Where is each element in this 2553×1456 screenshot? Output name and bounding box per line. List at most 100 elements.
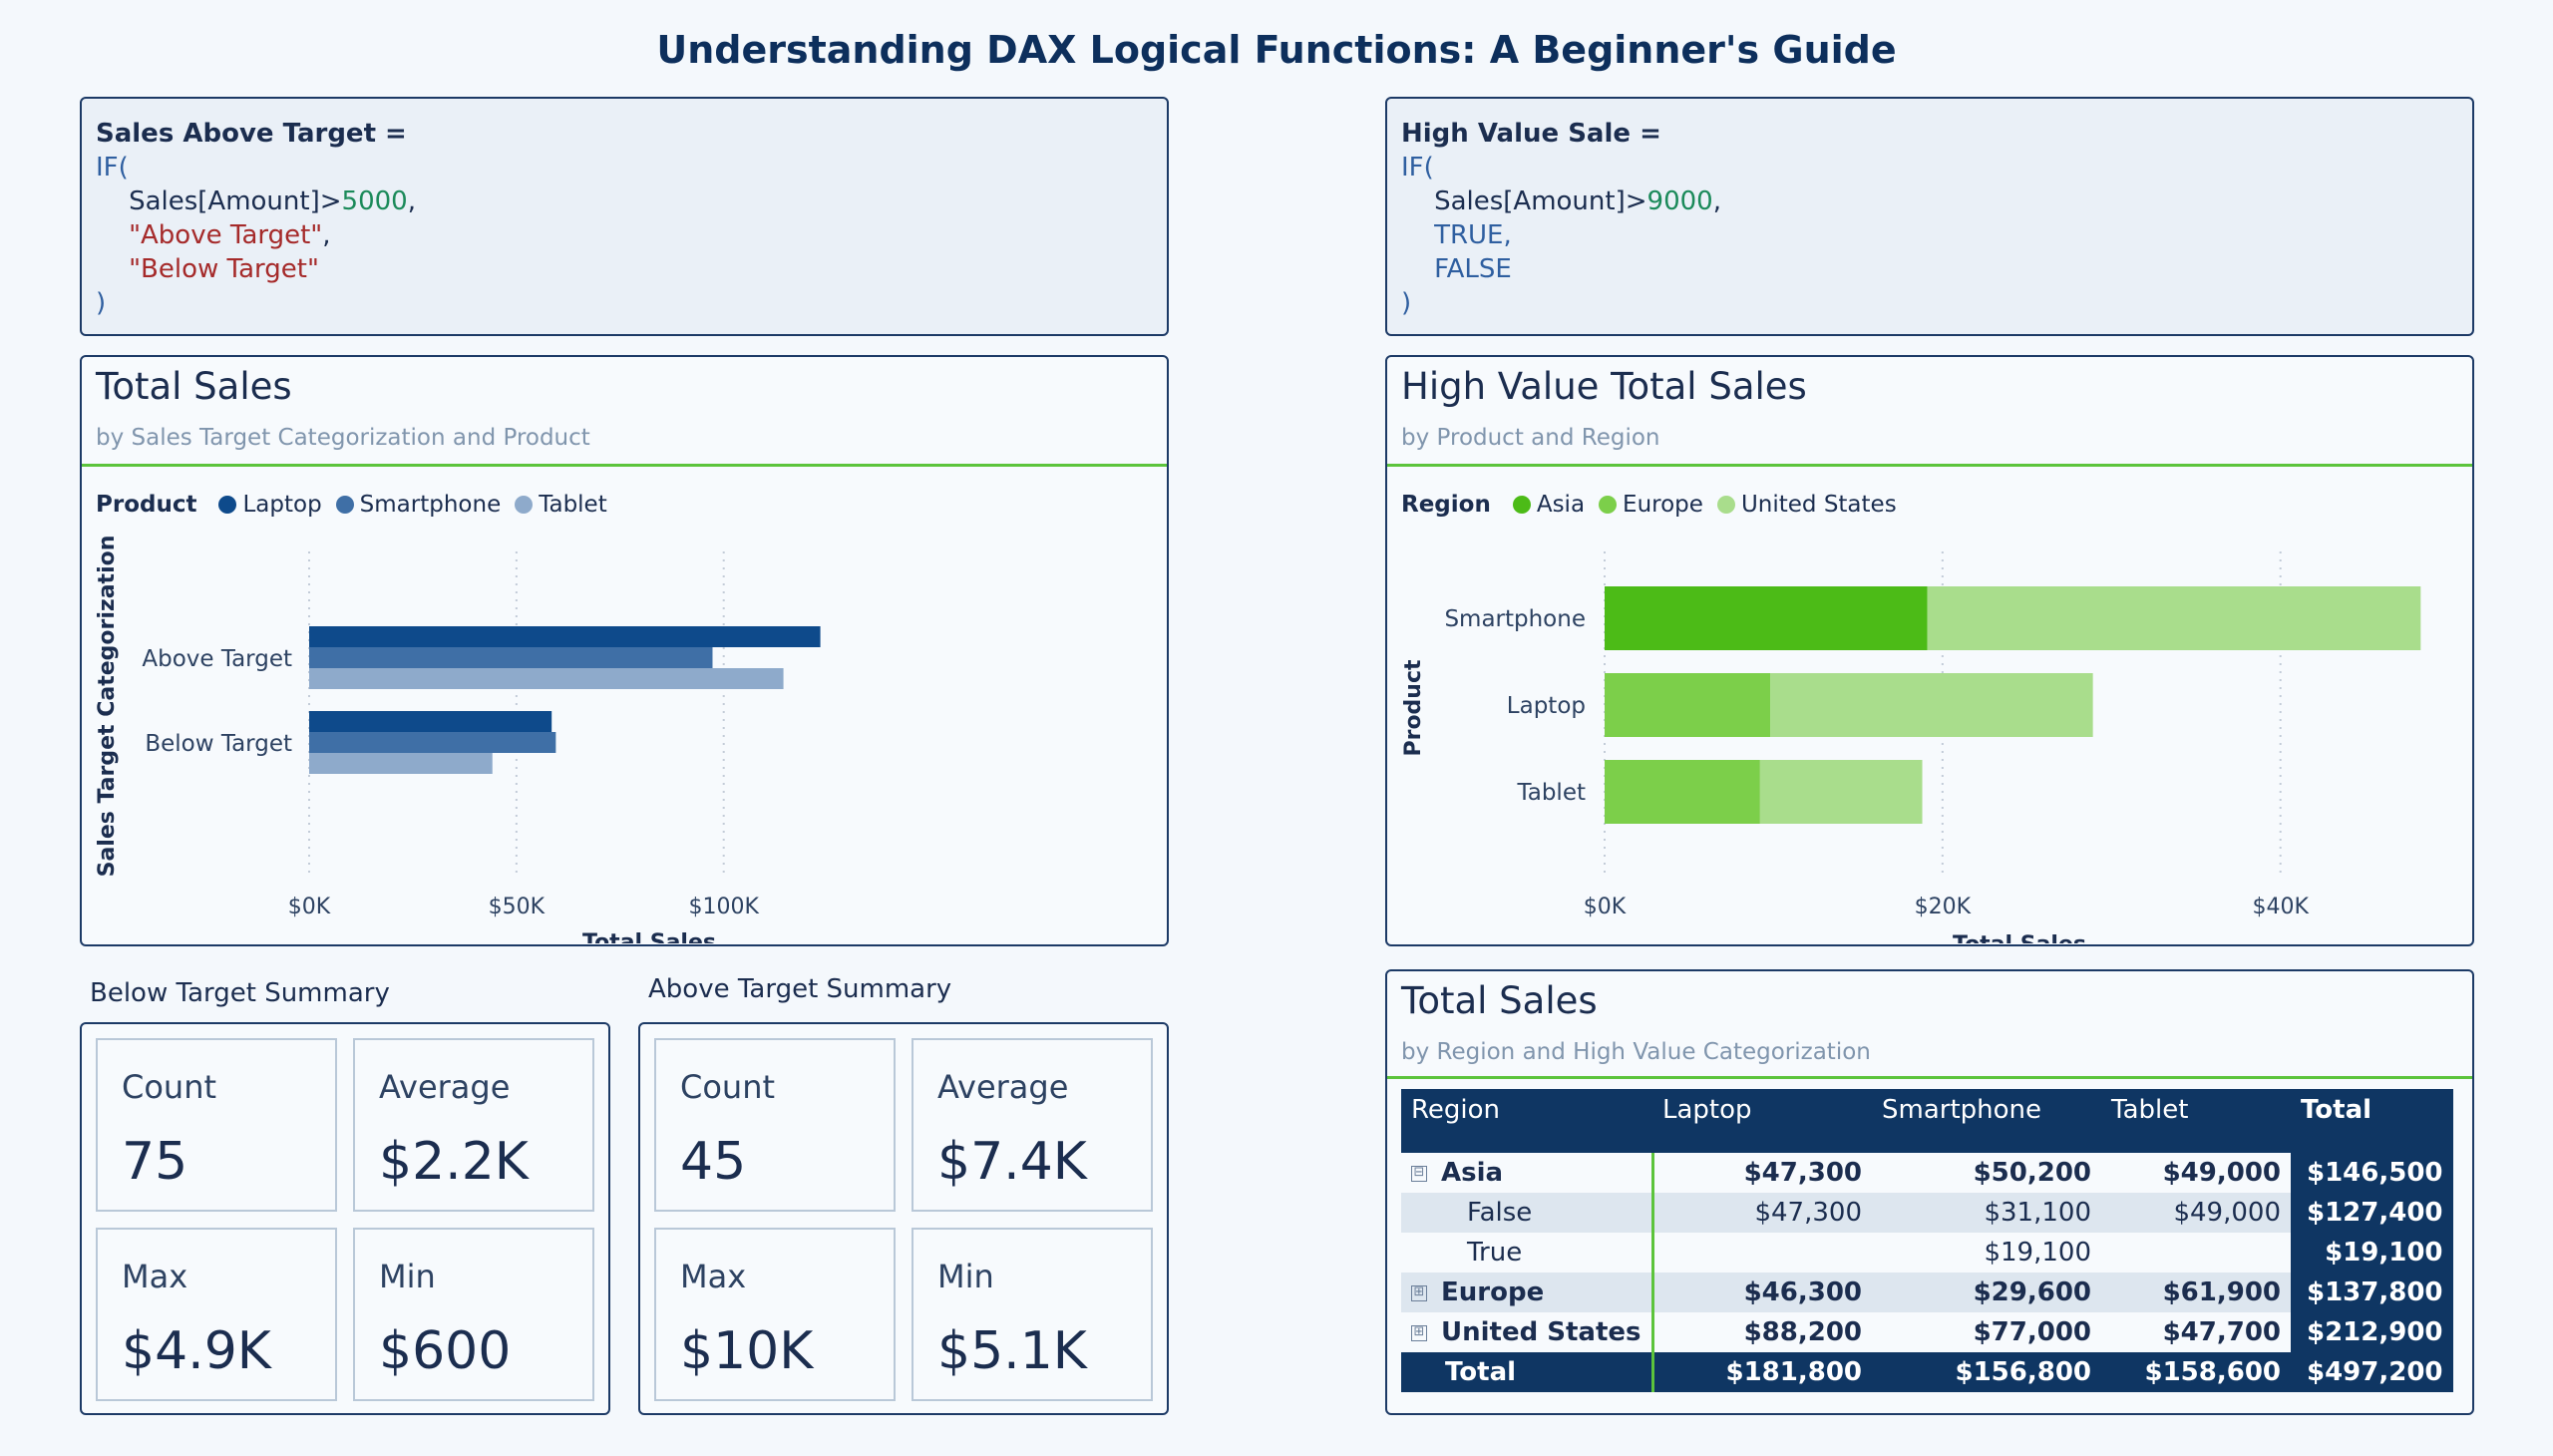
total-sales-chart-card[interactable]: Total Sales by Sales Target Categorizati… [80, 355, 1169, 946]
code-comma: , [1712, 186, 1721, 216]
dax-code-block: High Value Sale = IF( Sales[Amount]>9000… [1401, 117, 1721, 320]
y-axis-title: Product [1401, 659, 1426, 757]
kpi-label: Count [122, 1068, 217, 1106]
kpi-label: Average [937, 1068, 1069, 1106]
code-false-value: "Below Target" [129, 254, 319, 284]
expand-icon[interactable]: ⊞ [1411, 1284, 1427, 1301]
kpi-tile-average[interactable]: Average $2.2K [353, 1038, 594, 1212]
y-axis-title: Sales Target Categorization [95, 536, 120, 878]
kpi-tile-max[interactable]: Max $10K [654, 1228, 896, 1401]
total-sales-matrix-card[interactable]: Total Sales by Region and High Value Cat… [1385, 969, 2474, 1415]
cell-value: $46,300 [1652, 1273, 1872, 1312]
code-field: Sales[Amount] [1434, 186, 1626, 216]
x-tick-label: $0K [1584, 895, 1627, 919]
row-header: ⊞ Europe [1401, 1273, 1654, 1312]
below-target-summary-title: Below Target Summary [90, 978, 390, 1008]
table-row-false: False $47,300 $31,100 $49,000 $127,400 [1401, 1193, 2453, 1233]
cell-value: $47,300 [1652, 1193, 1872, 1233]
row-label: False [1401, 1193, 1654, 1233]
table-row-total: Total $181,800 $156,800 $158,600 $497,20… [1401, 1352, 2453, 1392]
kpi-value: $10K [680, 1321, 814, 1381]
kpi-tile-min[interactable]: Min $5.1K [912, 1228, 1153, 1401]
column-header-region[interactable]: Region [1401, 1089, 1652, 1153]
cell-value: $50,200 [1973, 1158, 2091, 1188]
kpi-value: $7.4K [937, 1132, 1087, 1192]
code-header: Sales Above Target = [96, 119, 407, 149]
kpi-tile-count[interactable]: Count 45 [654, 1038, 896, 1212]
code-operator: > [1625, 186, 1647, 216]
bar-tablet-below-target [309, 753, 493, 774]
bar-united-states-tablet [1759, 760, 1923, 824]
kpi-label: Max [680, 1258, 747, 1295]
row-label: Europe [1441, 1277, 1545, 1307]
bar-united-states-laptop [1770, 673, 2093, 737]
visual-subtitle: by Region and High Value Categorization [1401, 1039, 1871, 1065]
row-label: Total [1401, 1352, 1654, 1392]
bar-smartphone-above-target [309, 647, 713, 668]
table-row-europe: ⊞ Europe $46,300 $29,600 $61,900 $137,800 [1401, 1273, 2453, 1312]
expand-icon[interactable]: ⊞ [1411, 1324, 1427, 1341]
column-header-smartphone[interactable]: Smartphone [1872, 1089, 2101, 1153]
dax-code-card-high-value-sale: High Value Sale = IF( Sales[Amount]>9000… [1385, 97, 2474, 336]
cell-value: $31,100 [1872, 1193, 2101, 1233]
cell-value: $77,000 [1973, 1317, 2091, 1347]
bar-smartphone-below-target [309, 732, 556, 753]
kpi-value: $600 [379, 1321, 512, 1381]
kpi-tile-max[interactable]: Max $4.9K [96, 1228, 337, 1401]
code-if-keyword: IF( [1401, 153, 1434, 182]
row-header: ⊞ United States [1401, 1312, 1654, 1352]
cell-value: $181,800 [1652, 1352, 1872, 1392]
y-category-label: Below Target [145, 731, 292, 757]
cell-total: $127,400 [2291, 1193, 2453, 1233]
row-label: Asia [1441, 1158, 1504, 1188]
kpi-label: Min [379, 1258, 436, 1295]
cell-total: $146,500 [2291, 1153, 2453, 1193]
table-row-united-states: ⊞ United States $88,200 $77,000 $47,700 $… [1401, 1312, 2453, 1352]
kpi-tile-count[interactable]: Count 75 [96, 1038, 337, 1212]
y-category-label: Tablet [1517, 780, 1587, 806]
kpi-label: Average [379, 1068, 511, 1106]
cell-value: $47,700 [2162, 1317, 2281, 1347]
column-header-tablet[interactable]: Tablet [2101, 1089, 2291, 1153]
kpi-label: Max [122, 1258, 188, 1295]
visual-title: Total Sales [1401, 979, 1598, 1022]
kpi-value: $2.2K [379, 1132, 529, 1192]
x-tick-label: $50K [489, 895, 546, 919]
high-value-chart-card[interactable]: High Value Total Sales by Product and Re… [1385, 355, 2474, 946]
column-header-total[interactable]: Total [2291, 1089, 2453, 1153]
above-target-summary-title: Above Target Summary [648, 974, 952, 1004]
code-true-value: TRUE, [1434, 220, 1512, 250]
kpi-value: $4.9K [122, 1321, 271, 1381]
cell-value: $19,100 [1984, 1238, 2091, 1268]
y-category-label: Above Target [142, 646, 292, 672]
kpi-label: Count [680, 1068, 776, 1106]
bar-tablet-above-target [309, 668, 784, 689]
code-field: Sales[Amount] [129, 186, 320, 216]
code-close-paren: ) [1401, 288, 1412, 318]
bar-europe-laptop [1605, 673, 1771, 737]
column-header-laptop[interactable]: Laptop [1652, 1089, 1872, 1153]
code-close-paren: ) [96, 288, 107, 318]
kpi-tile-min[interactable]: Min $600 [353, 1228, 594, 1401]
bar-laptop-below-target [309, 711, 552, 732]
x-axis-title: Total Sales [582, 930, 716, 943]
table-row-true: True $19,100 $19,100 [1401, 1233, 2453, 1273]
x-tick-label: $40K [2252, 895, 2309, 919]
code-threshold: 5000 [341, 186, 408, 216]
cell-value: $49,000 [2101, 1193, 2291, 1233]
cell-value: $158,600 [2101, 1352, 2291, 1392]
total-sales-bar-chart[interactable]: $0K $50K $100K Total Sales Sales Target Cate… [82, 357, 1166, 943]
bar-europe-tablet [1605, 760, 1760, 824]
dax-code-block: Sales Above Target = IF( Sales[Amount]>5… [96, 117, 416, 320]
kpi-label: Min [937, 1258, 994, 1295]
below-target-summary-card: Count 75 Average $2.2K Max $4.9K Min $60… [80, 1022, 610, 1415]
kpi-tile-average[interactable]: Average $7.4K [912, 1038, 1153, 1212]
collapse-icon[interactable]: ⊟ [1411, 1165, 1427, 1182]
row-header: ⊟ Asia [1401, 1153, 1654, 1193]
cell-value [2101, 1233, 2291, 1273]
bar-asia-smartphone [1605, 586, 1928, 650]
high-value-stacked-bar-chart[interactable]: $0K $20K $40K Total Sales Product Smartphone L… [1387, 357, 2471, 943]
code-false-value: FALSE [1434, 254, 1512, 284]
cell-total: $497,200 [2291, 1352, 2453, 1392]
title-divider [1387, 1076, 2472, 1079]
